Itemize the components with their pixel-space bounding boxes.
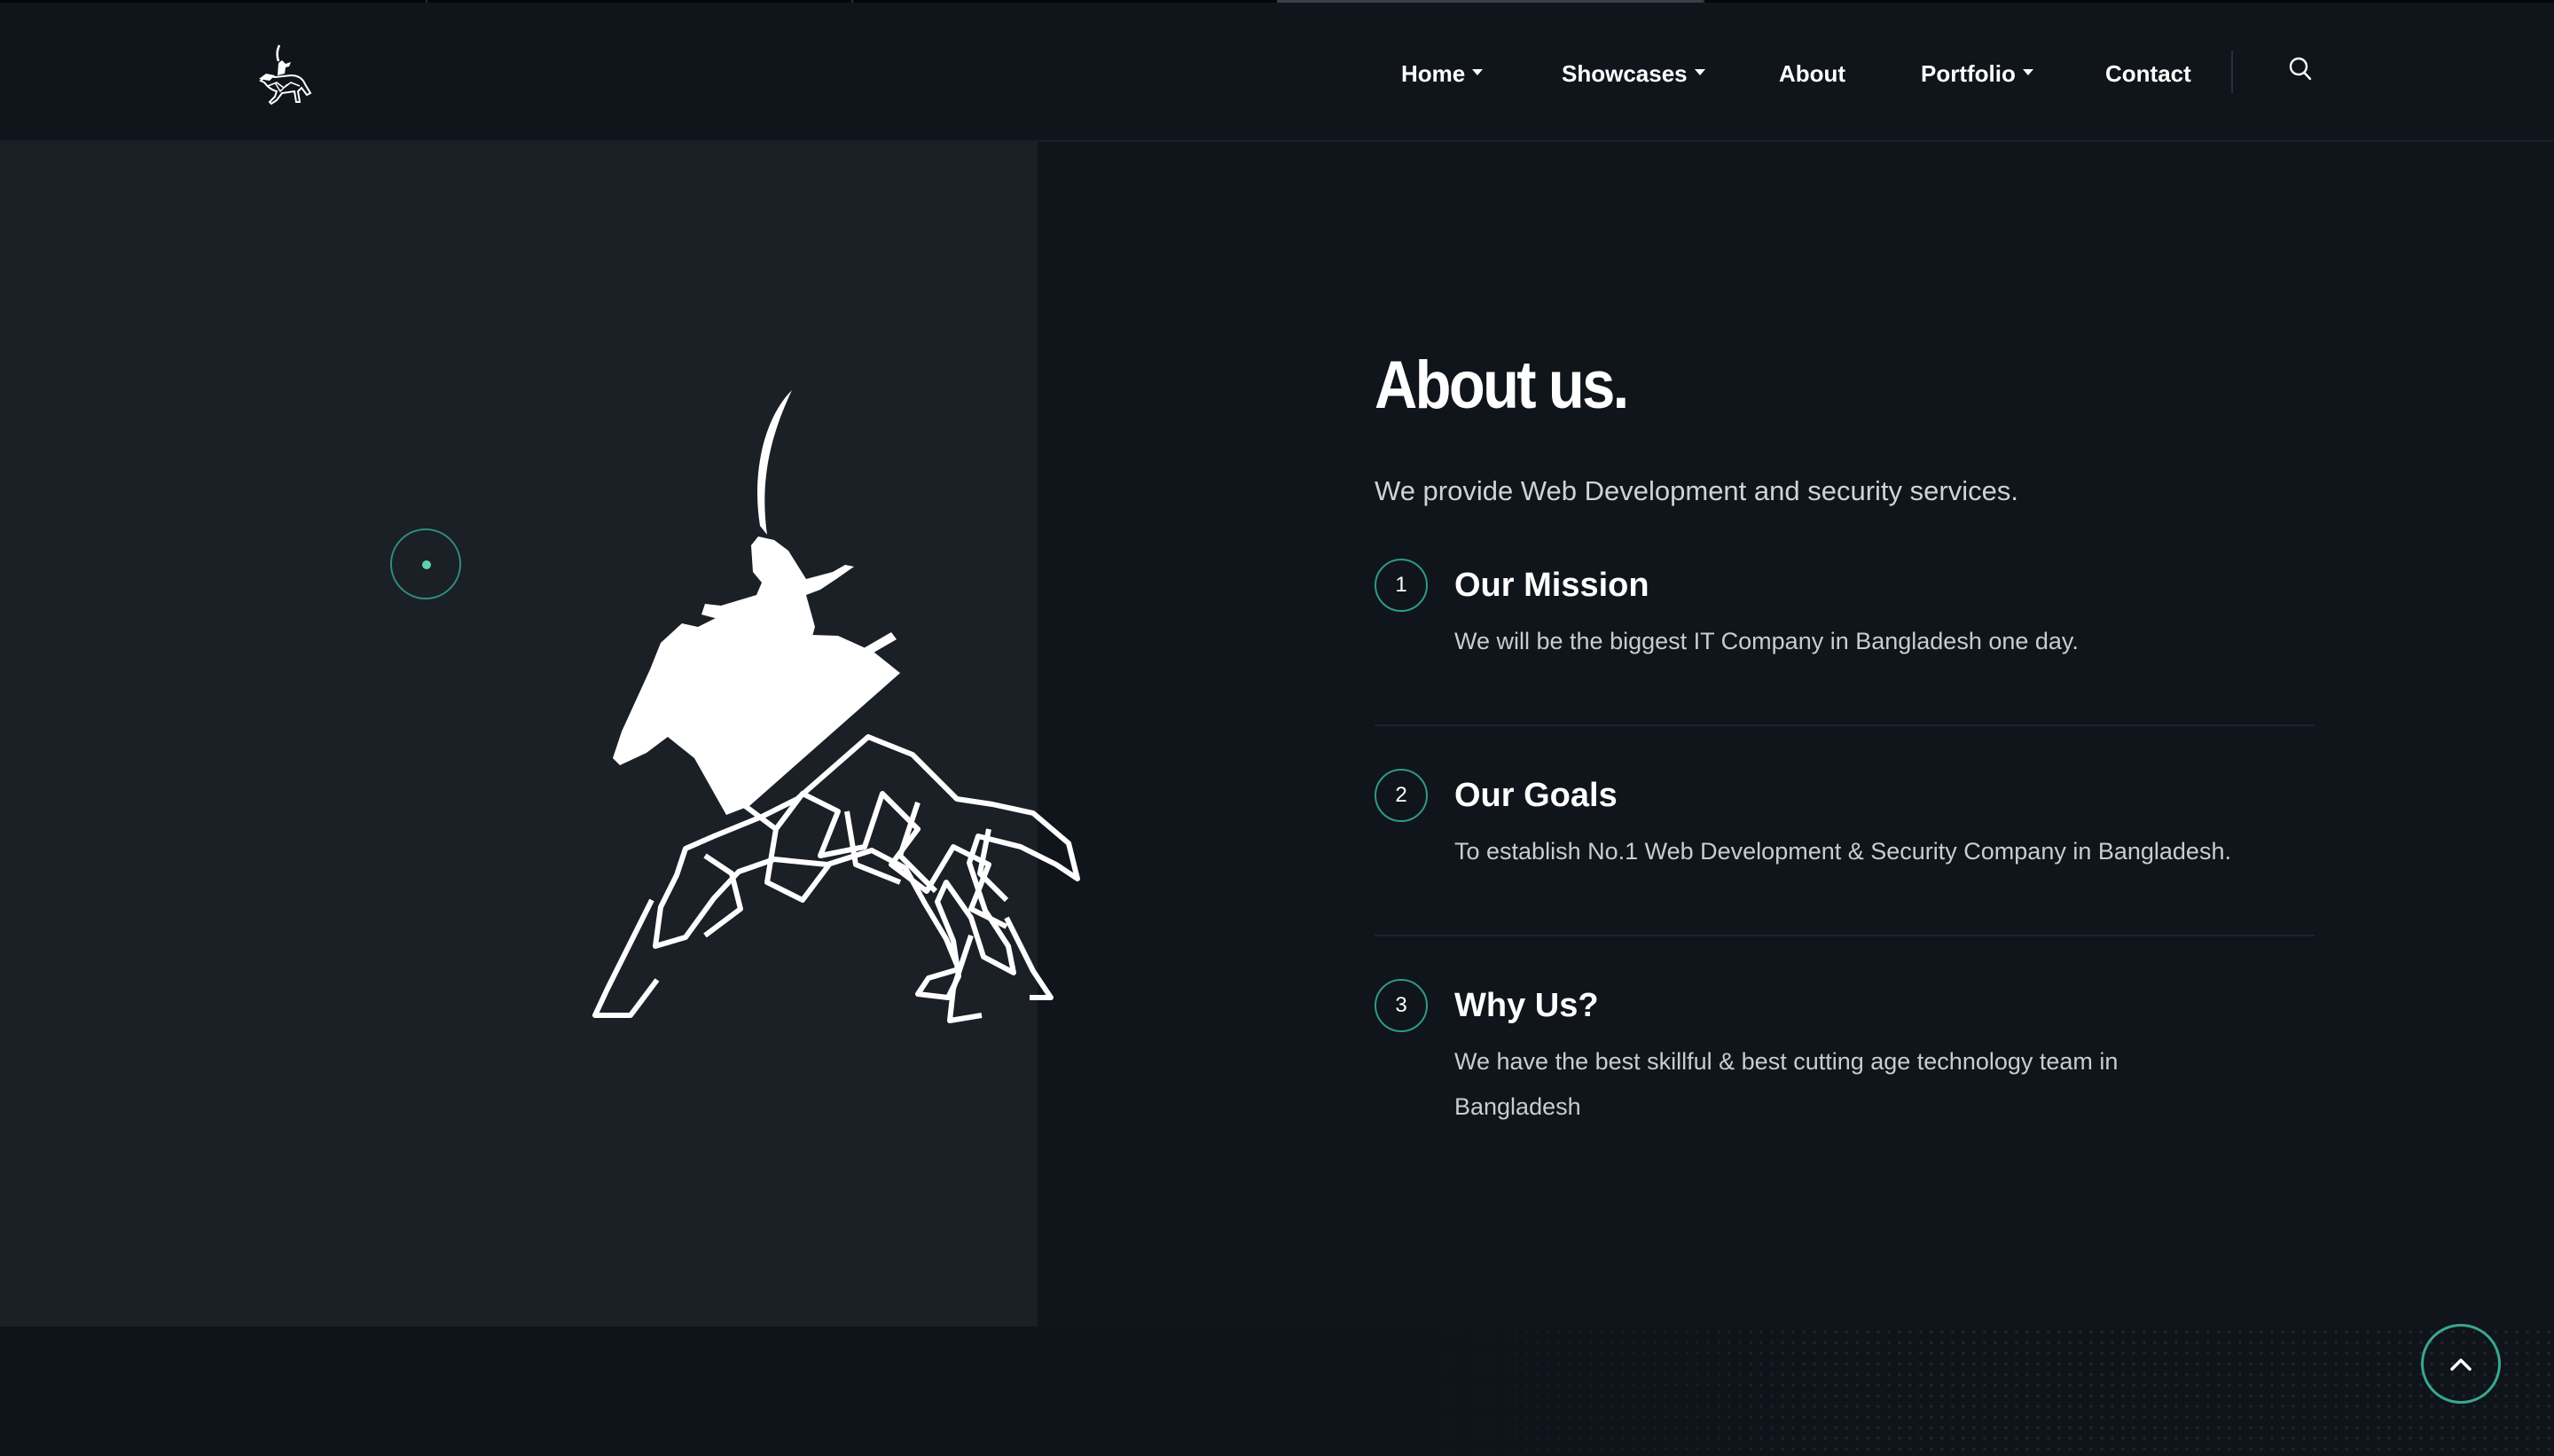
item-number-badge: 2 bbox=[1375, 769, 1428, 822]
caret-down-icon bbox=[2022, 68, 2033, 75]
scroll-to-top-button[interactable] bbox=[2421, 1324, 2501, 1404]
main-nav: Home Showcases About Portfolio Contact bbox=[1366, 3, 2554, 145]
horse-rider-illustration-icon bbox=[592, 390, 1080, 1023]
about-item-mission: 1 Our Mission We will be the biggest IT … bbox=[1375, 559, 2315, 726]
about-content: About us. We provide Web Development and… bbox=[1375, 337, 2315, 1130]
search-icon bbox=[2289, 57, 2312, 81]
about-subtitle: We provide Web Development and security … bbox=[1375, 475, 2018, 506]
nav-item-contact[interactable]: Contact bbox=[2105, 56, 2191, 91]
nav-divider bbox=[2231, 51, 2233, 93]
item-text: We will be the biggest IT Company in Ban… bbox=[1454, 628, 2079, 654]
item-title: Why Us? bbox=[1454, 987, 1599, 1024]
caret-down-icon bbox=[1694, 68, 1705, 75]
horse-rider-logo-icon bbox=[259, 44, 312, 106]
item-title: Our Goals bbox=[1454, 777, 1618, 814]
nav-item-label: Portfolio bbox=[1921, 59, 2016, 87]
nav-item-label: Home bbox=[1401, 59, 1466, 87]
page: Home Showcases About Portfolio Contact A… bbox=[0, 0, 2554, 1456]
item-title: Our Mission bbox=[1454, 567, 1649, 604]
chevron-up-icon bbox=[2450, 1358, 2472, 1371]
nav-item-label: Contact bbox=[2105, 59, 2191, 87]
nav-item-label: Showcases bbox=[1562, 59, 1688, 87]
nav-item-about[interactable]: About bbox=[1779, 56, 1845, 91]
item-number-badge: 3 bbox=[1375, 979, 1428, 1032]
site-logo[interactable] bbox=[248, 38, 319, 109]
item-text: To establish No.1 Web Development & Secu… bbox=[1454, 838, 2231, 865]
navbar: Home Showcases About Portfolio Contact bbox=[0, 0, 2554, 142]
nav-item-label: About bbox=[1779, 59, 1846, 87]
nav-item-home[interactable]: Home bbox=[1401, 56, 1484, 91]
search-button[interactable] bbox=[2286, 54, 2315, 84]
footer-strip bbox=[0, 1327, 2554, 1456]
nav-item-portfolio[interactable]: Portfolio bbox=[1921, 56, 2033, 91]
dot-pattern bbox=[1383, 1327, 2554, 1456]
nav-item-showcases[interactable]: Showcases bbox=[1562, 56, 1705, 91]
about-item-why-us: 3 Why Us? We have the best skillful & be… bbox=[1375, 979, 2315, 1130]
item-text: We have the best skillful & best cutting… bbox=[1454, 1048, 2119, 1120]
page-title: About us. bbox=[1375, 348, 1629, 423]
caret-down-icon bbox=[1472, 68, 1484, 75]
item-number-badge: 1 bbox=[1375, 559, 1428, 612]
decorative-circle bbox=[390, 528, 461, 599]
about-item-goals: 2 Our Goals To establish No.1 Web Develo… bbox=[1375, 769, 2315, 936]
